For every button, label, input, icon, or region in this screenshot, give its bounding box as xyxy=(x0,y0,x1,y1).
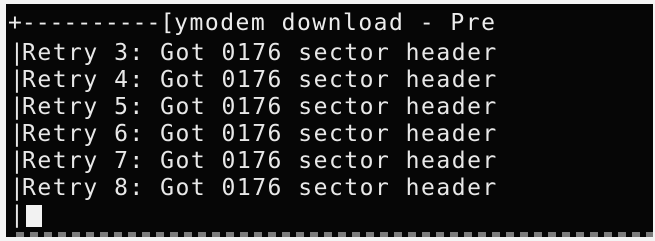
log-line-text: Retry 6: Got 0176 sector header xyxy=(22,121,498,147)
text-cursor[interactable] xyxy=(26,204,42,227)
dialog-border-left: | xyxy=(10,148,26,174)
log-line: |Retry 5: Got 0176 sector header xyxy=(10,94,498,120)
log-line-text: Retry 5: Got 0176 sector header xyxy=(22,94,498,120)
dialog-border-left: | xyxy=(10,202,26,228)
log-line: |Retry 3: Got 0176 sector header xyxy=(10,40,498,66)
dialog-border-left: | xyxy=(10,94,26,120)
cursor-line: | xyxy=(10,202,42,228)
log-line: |Retry 8: Got 0176 sector header xyxy=(10,175,498,201)
log-line: |Retry 4: Got 0176 sector header xyxy=(10,67,498,93)
dialog-border-bottom xyxy=(16,232,653,237)
log-line-text: Retry 8: Got 0176 sector header xyxy=(22,175,498,201)
log-line-text: Retry 4: Got 0176 sector header xyxy=(22,67,498,93)
dialog-border-left: | xyxy=(10,121,26,147)
log-line: |Retry 7: Got 0176 sector header xyxy=(10,148,498,174)
dialog-header: +----------[ymodem download - Pre xyxy=(8,10,496,36)
terminal-output: +----------[ymodem download - Pre |Retry… xyxy=(6,4,653,237)
dialog-border-left: | xyxy=(10,175,26,201)
log-line-text: Retry 3: Got 0176 sector header xyxy=(22,40,498,66)
terminal-window: +----------[ymodem download - Pre |Retry… xyxy=(6,4,653,237)
log-line-text: Retry 7: Got 0176 sector header xyxy=(22,148,498,174)
dialog-border-left: | xyxy=(10,40,26,66)
dialog-title: ymodem download - Pre xyxy=(174,10,497,36)
dialog-border-left: | xyxy=(10,67,26,93)
dialog-border-top: +----------[ xyxy=(8,10,175,36)
log-line: |Retry 6: Got 0176 sector header xyxy=(10,121,498,147)
